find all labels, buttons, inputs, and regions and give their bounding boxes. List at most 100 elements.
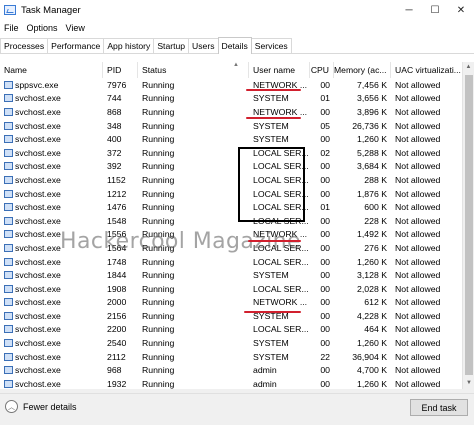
cell-memory: 1,876 K xyxy=(357,188,387,199)
table-row[interactable]: svchost.exe 968 Running admin 00 4,700 K Not a… xyxy=(0,363,462,377)
table-row[interactable]: svchost.exe 400 Running SYSTEM 00 1,260 K Not … xyxy=(0,132,462,146)
tab-performance[interactable]: Performance xyxy=(47,38,105,53)
table-row[interactable]: svchost.exe 1908 Running LOCAL SER... 00 2,02… xyxy=(0,282,462,296)
cell-name: svchost.exe xyxy=(0,229,103,239)
column-header-uac[interactable]: UAC virtualizati... xyxy=(391,62,462,78)
vertical-scrollbar[interactable]: ▲ ▼ xyxy=(462,62,474,389)
table-row[interactable]: svchost.exe 1212 Running LOCAL SER... 00 1,87… xyxy=(0,187,462,201)
table-row[interactable]: svchost.exe 1564 Running LOCAL SER... 00 276 … xyxy=(0,241,462,255)
table-row[interactable]: sppsvc.exe 7976 Running NETWORK ... 00 7,456 … xyxy=(0,78,462,92)
cell-memory: 26,736 K xyxy=(352,120,387,131)
cell-memory: 228 K xyxy=(364,215,387,226)
menu-view[interactable]: View xyxy=(62,23,89,33)
column-header-memory[interactable]: Memory (ac... xyxy=(334,62,391,78)
cell-name: svchost.exe xyxy=(0,311,103,321)
scroll-down-icon[interactable]: ▼ xyxy=(463,378,474,389)
scrollbar-thumb[interactable] xyxy=(465,75,473,375)
table-row[interactable]: svchost.exe 1932 Running admin 00 1,260 K Not … xyxy=(0,377,462,389)
table-row[interactable]: svchost.exe 372 Running LOCAL SER... 02 5,288… xyxy=(0,146,462,160)
end-task-button[interactable]: End task xyxy=(410,399,468,416)
cell-pid: 1564 xyxy=(107,242,127,253)
table-row[interactable]: svchost.exe 1152 Running LOCAL SER... 00 288 … xyxy=(0,173,462,187)
table-row[interactable]: svchost.exe 868 Running NETWORK ... 00 3,896 … xyxy=(0,105,462,119)
process-name: sppsvc.exe xyxy=(15,79,59,90)
table-row[interactable]: svchost.exe 2112 Running SYSTEM 22 36,904 K No… xyxy=(0,350,462,364)
cell-status: Running xyxy=(142,310,175,321)
minimize-button[interactable]: ─ xyxy=(396,0,422,20)
cell-uac: Not allowed xyxy=(395,202,441,213)
annotation-box xyxy=(238,147,305,222)
cell-name: svchost.exe xyxy=(0,216,103,226)
table-row[interactable]: svchost.exe 2000 Running NETWORK ... 00 612 K… xyxy=(0,296,462,310)
cell-name: svchost.exe xyxy=(0,121,103,131)
cell-pid: 392 xyxy=(107,161,122,172)
cell-memory: 1,260 K xyxy=(357,134,387,145)
menu-file[interactable]: File xyxy=(0,23,23,33)
process-icon xyxy=(4,94,13,103)
maximize-button[interactable]: ☐ xyxy=(422,0,448,20)
column-header-pid[interactable]: PID xyxy=(103,62,138,78)
fewer-details-label: Fewer details xyxy=(23,401,77,412)
cell-uac: Not allowed xyxy=(395,256,441,267)
close-button[interactable]: ✕ xyxy=(448,0,474,20)
column-header-cpu[interactable]: CPU xyxy=(310,62,334,78)
cell-pid: 1548 xyxy=(107,215,127,226)
process-icon xyxy=(4,339,13,348)
cell-pid: 744 xyxy=(107,93,122,104)
table-row[interactable]: svchost.exe 2540 Running SYSTEM 00 1,260 K Not… xyxy=(0,336,462,350)
process-icon xyxy=(4,175,13,184)
table-row[interactable]: svchost.exe 1844 Running SYSTEM 00 3,128 K Not… xyxy=(0,268,462,282)
cell-uac: Not allowed xyxy=(395,283,441,294)
process-icon xyxy=(4,271,13,280)
cell-status: Running xyxy=(142,202,175,213)
tab-users[interactable]: Users xyxy=(188,38,219,53)
column-header-name[interactable]: Name xyxy=(0,62,103,78)
cell-uac: Not allowed xyxy=(395,134,441,145)
fewer-details-link[interactable]: ︿ Fewer details xyxy=(5,400,77,413)
cell-cpu: 00 xyxy=(320,188,330,199)
cell-cpu: 00 xyxy=(320,283,330,294)
tab-app-history[interactable]: App history xyxy=(103,38,155,53)
scroll-up-icon[interactable]: ▲ xyxy=(463,62,474,73)
process-icon xyxy=(4,352,13,361)
tab-startup[interactable]: Startup xyxy=(153,38,190,53)
table-row[interactable]: svchost.exe 2156 Running SYSTEM 00 4,228 K Not… xyxy=(0,309,462,323)
cell-status: Running xyxy=(142,297,175,308)
table-row[interactable]: svchost.exe 392 Running LOCAL SER... 00 3,684… xyxy=(0,160,462,174)
table-row[interactable]: svchost.exe 348 Running SYSTEM 05 26,736 K Not… xyxy=(0,119,462,133)
tab-details[interactable]: Details xyxy=(217,37,252,54)
cell-pid: 7976 xyxy=(107,79,127,90)
cell-uac: Not allowed xyxy=(395,215,441,226)
cell-uac: Not allowed xyxy=(395,161,441,172)
cell-memory: 1,260 K xyxy=(357,378,387,389)
cell-name: svchost.exe xyxy=(0,324,103,334)
cell-memory: 2,028 K xyxy=(357,283,387,294)
tab-processes[interactable]: Processes xyxy=(0,38,49,53)
cell-user: LOCAL SER... xyxy=(253,324,309,335)
cell-name: svchost.exe xyxy=(0,338,103,348)
table-row[interactable]: svchost.exe 1748 Running LOCAL SER... 00 1,26… xyxy=(0,255,462,269)
menu-options[interactable]: Options xyxy=(23,23,62,33)
cell-uac: Not allowed xyxy=(395,229,441,240)
cell-user: SYSTEM xyxy=(253,270,289,281)
table-row[interactable]: svchost.exe 1476 Running LOCAL SER... 01 600 … xyxy=(0,200,462,214)
footer-bar: ︿ Fewer details End task xyxy=(0,393,474,425)
cell-uac: Not allowed xyxy=(395,351,441,362)
table-row[interactable]: svchost.exe 1556 Running NETWORK ... 00 1,492… xyxy=(0,228,462,242)
cell-uac: Not allowed xyxy=(395,106,441,117)
tab-services[interactable]: Services xyxy=(250,38,292,53)
cell-name: svchost.exe xyxy=(0,297,103,307)
cell-name: sppsvc.exe xyxy=(0,80,103,90)
cell-pid: 1844 xyxy=(107,270,127,281)
cell-uac: Not allowed xyxy=(395,338,441,349)
details-table: ▲ Name PID Status User name CPU Memory (… xyxy=(0,62,462,389)
cell-user: LOCAL SER... xyxy=(253,256,309,267)
table-row[interactable]: svchost.exe 744 Running SYSTEM 01 3,656 K Not … xyxy=(0,92,462,106)
cell-pid: 1556 xyxy=(107,229,127,240)
table-row[interactable]: svchost.exe 2200 Running LOCAL SER... 00 464 … xyxy=(0,323,462,337)
table-row[interactable]: svchost.exe 1548 Running LOCAL SER... 00 228 … xyxy=(0,214,462,228)
process-name: svchost.exe xyxy=(15,161,61,172)
cell-user: admin xyxy=(253,365,277,376)
cell-user: admin xyxy=(253,378,277,389)
column-header-user[interactable]: User name xyxy=(249,62,310,78)
